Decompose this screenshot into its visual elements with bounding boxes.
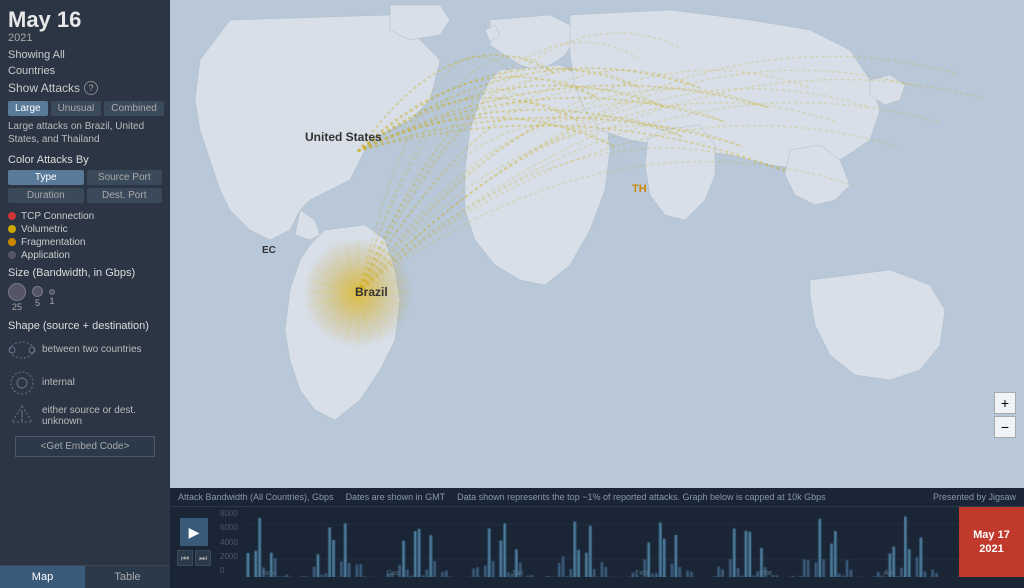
presented-by: Presented by Jigsaw [933, 492, 1016, 502]
shape-title: Shape (source + destination) [8, 320, 162, 332]
unknown-source-icon [8, 402, 36, 430]
zoom-controls: + − [994, 392, 1016, 438]
sidebar: May 16 2021 Showing All Countries Show A… [0, 0, 170, 588]
table-tab[interactable]: Table [85, 566, 170, 588]
size-25: 25 [8, 283, 26, 312]
size-section: Size (Bandwidth, in Gbps) 25 5 1 [8, 267, 162, 312]
source-port-btn[interactable]: Source Port [87, 170, 163, 185]
legend-fragmentation: Fragmentation [8, 237, 162, 248]
size-dot-medium [32, 286, 43, 297]
zoom-out-btn[interactable]: − [994, 416, 1016, 438]
map-tab[interactable]: Map [0, 566, 85, 588]
large-attack-btn[interactable]: Large [8, 101, 48, 116]
show-attacks-label: Show Attacks [8, 81, 80, 95]
world-map-svg [170, 0, 1024, 488]
timeline-header: Attack Bandwidth (All Countries), Gbps D… [170, 488, 1024, 507]
legend-volumetric: Volumetric [8, 224, 162, 235]
color-attacks-title: Color Attacks By [8, 154, 162, 166]
legend: TCP Connection Volumetric Fragmentation … [8, 211, 162, 261]
timeline-body: ▶ ⏮ ⏭ 8000 6000 4000 2000 0 May 17 2021 [170, 507, 1024, 577]
date-overlay: May 17 2021 [959, 507, 1024, 577]
size-title: Size (Bandwidth, in Gbps) [8, 267, 162, 279]
attack-description: Large attacks on Brazil, United States, … [8, 120, 162, 146]
internal-icon [8, 369, 36, 397]
bottom-tabs: Map Table [0, 565, 170, 588]
gmt-note: Dates are shown in GMT [346, 492, 446, 502]
skip-fwd-btn[interactable]: ⏭ [195, 550, 211, 566]
shape-section: Shape (source + destination) between two… [8, 320, 162, 430]
play-btn[interactable]: ▶ [180, 518, 208, 546]
timeline-area: Attack Bandwidth (All Countries), Gbps D… [170, 488, 1024, 588]
size-dot-small [49, 289, 55, 295]
unusual-attack-btn[interactable]: Unusual [51, 101, 102, 116]
fragmentation-dot [8, 238, 16, 246]
skip-buttons: ⏮ ⏭ [177, 550, 211, 566]
size-dot-large [8, 283, 26, 301]
data-note: Data shown represents the top ~1% of rep… [457, 492, 825, 502]
between-countries-icon [8, 336, 36, 364]
dest-port-btn[interactable]: Dest. Port [87, 188, 163, 203]
size-5: 5 [32, 286, 43, 308]
combined-attack-btn[interactable]: Combined [104, 101, 164, 116]
timeline-canvas [246, 507, 1024, 577]
showing-label: Showing All Countries [8, 48, 162, 79]
zoom-in-btn[interactable]: + [994, 392, 1016, 414]
size-1: 1 [49, 289, 55, 306]
shape-unknown: either source or dest. unknown [8, 402, 162, 430]
color-buttons: Type Source Port Duration Dest. Port [8, 170, 162, 203]
legend-application: Application [8, 250, 162, 261]
legend-tcp: TCP Connection [8, 211, 162, 222]
application-dot [8, 251, 16, 259]
size-dots: 25 5 1 [8, 283, 162, 312]
timeline-controls: ▶ ⏮ ⏭ [170, 507, 218, 577]
date-title: May 16 [8, 8, 162, 32]
shape-internal: internal [8, 369, 162, 397]
attack-type-buttons: Large Unusual Combined [8, 101, 162, 116]
map-area[interactable]: United States Brazil TH EC + − [170, 0, 1024, 488]
y-axis-labels: 8000 6000 4000 2000 0 [218, 507, 246, 577]
tcp-dot [8, 212, 16, 220]
shape-between: between two countries [8, 336, 162, 364]
bandwidth-label: Attack Bandwidth (All Countries), Gbps [178, 492, 334, 502]
info-icon[interactable]: ? [84, 81, 98, 95]
skip-back-btn[interactable]: ⏮ [177, 550, 193, 566]
timeline-chart[interactable]: May 17 2021 [246, 507, 1024, 577]
show-attacks-row: Show Attacks ? [8, 81, 162, 95]
year-label: 2021 [8, 32, 162, 44]
embed-code-btn[interactable]: <Get Embed Code> [15, 436, 155, 457]
type-btn[interactable]: Type [8, 170, 84, 185]
volumetric-dot [8, 225, 16, 233]
duration-btn[interactable]: Duration [8, 188, 84, 203]
